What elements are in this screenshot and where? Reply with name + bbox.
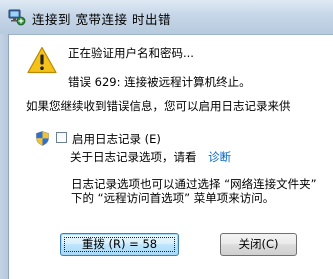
info-text: 如果您继续收到错误信息，您可以启用日志记录来供	[26, 99, 291, 113]
enable-logging-label[interactable]: 启用日志记录 (E)	[72, 131, 161, 147]
uac-shield-icon	[36, 131, 49, 146]
error-text: 错误 629: 连接被远程计算机终止。	[68, 75, 251, 89]
status-text: 正在验证用户名和密码...	[68, 46, 194, 60]
diagnose-link[interactable]: 诊断	[208, 150, 231, 164]
note-line-2: 下的 “远程访问首选项” 菜单项来访问。	[71, 191, 275, 205]
window-frame	[0, 34, 9, 279]
close-button[interactable]: 关闭(C)	[220, 233, 297, 256]
error-dialog: 连接到 宽带连接 时出错 正在验证用户名和密码... 错误 629: 连接被远程…	[0, 0, 333, 279]
title-bar[interactable]: 连接到 宽带连接 时出错	[0, 0, 333, 35]
enable-logging-checkbox[interactable]	[56, 132, 67, 143]
redial-button-label: 重拨 (R) = 58	[81, 237, 158, 251]
warning-icon	[27, 46, 57, 74]
close-button-label: 关闭(C)	[238, 237, 279, 251]
about-logging-label: 关于日志记录选项，请看	[70, 150, 197, 164]
dialog-title: 连接到 宽带连接 时出错	[32, 12, 171, 27]
network-connection-icon	[8, 9, 26, 26]
about-logging-text: 关于日志记录选项，请看 诊断	[70, 149, 231, 165]
redial-button[interactable]: 重拨 (R) = 58	[60, 233, 179, 256]
